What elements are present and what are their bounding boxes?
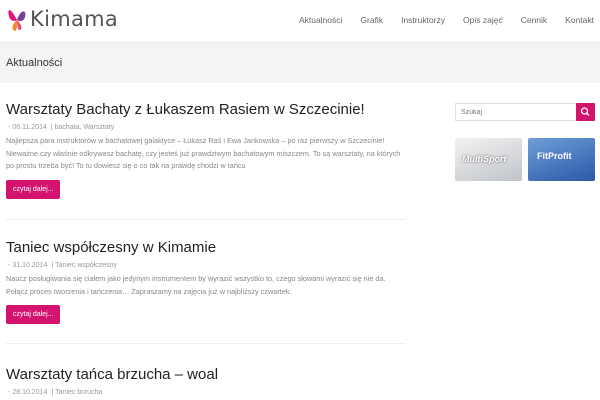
page-title: Aktualności (6, 57, 63, 69)
post-title[interactable]: Warsztaty Bachaty z Łukaszem Rasiem w Sz… (6, 101, 406, 118)
post-title[interactable]: Taniec współczesny w Kimamie (6, 239, 406, 256)
divider (6, 219, 406, 220)
multisport-banner-text: MultiSport (462, 154, 507, 164)
post-categories[interactable]: bachata, Warsztaty (55, 124, 115, 131)
post-categories[interactable]: Taniec brzucha (55, 389, 102, 396)
nav-opis-zajec[interactable]: Opis zajęć (463, 15, 503, 25)
search-form (455, 103, 595, 121)
post-meta: -31.10.2014 | Taniec współczesny (8, 262, 118, 269)
post-date: 31.10.2014 (12, 262, 48, 269)
search-icon (580, 107, 590, 116)
read-more-button[interactable]: czytaj dalej... (6, 305, 61, 324)
nav-cennik[interactable]: Cennik (521, 15, 547, 25)
read-more-button[interactable]: czytaj dalej... (6, 179, 61, 199)
post-title[interactable]: Warsztaty tańca brzucha – woal (6, 366, 406, 383)
post-item: Warsztaty Bachaty z Łukaszem Rasiem w Sz… (6, 101, 406, 199)
post-meta: -28.10.2014 | Taniec brzucha (8, 389, 103, 396)
post-categories[interactable]: Taniec współczesny (55, 262, 117, 269)
nav-instruktorzy[interactable]: Instruktorzy (401, 15, 445, 25)
main-nav: Aktualności Grafik Instruktorzy Opis zaj… (281, 15, 594, 25)
post-date: 06.11.2014 (12, 124, 47, 131)
fitprofit-banner[interactable]: FitProfit (528, 138, 595, 181)
fitprofit-banner-text: FitProfit (537, 151, 572, 161)
search-button[interactable] (576, 103, 595, 121)
page-title-bar: Aktualności (0, 42, 600, 83)
post-date: 28.10.2014 (12, 389, 48, 396)
butterfly-logo-icon (8, 10, 26, 31)
post-excerpt: Najlepsza para instruktorów w bachatowej… (6, 136, 401, 170)
nav-aktualnosci[interactable]: Aktualności (299, 15, 342, 25)
site-header: Kimama Aktualności Grafik Instruktorzy O… (0, 0, 600, 42)
search-input[interactable] (455, 103, 578, 121)
post-item: Warsztaty tańca brzucha – woal -28.10.20… (6, 366, 406, 396)
site-logo[interactable]: Kimama (6, 4, 118, 34)
logo-text: Kimama (30, 7, 119, 31)
multisport-banner[interactable]: MultiSport (455, 138, 522, 181)
post-excerpt: Naucz posługiwania się ciałem jako jedyn… (6, 274, 386, 296)
nav-grafik[interactable]: Grafik (360, 15, 383, 25)
post-meta: -06.11.2014 | bachata, Warsztaty (8, 124, 115, 131)
nav-kontakt[interactable]: Kontakt (565, 15, 594, 25)
divider (6, 343, 406, 344)
post-item: Taniec współczesny w Kimamie -31.10.2014… (6, 239, 406, 324)
